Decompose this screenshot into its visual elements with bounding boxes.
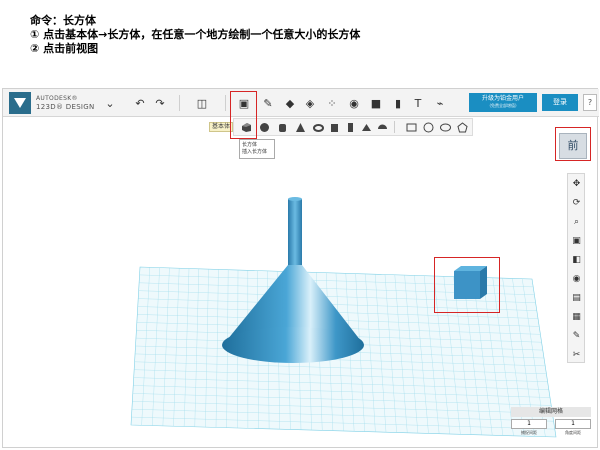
angle-spacing-label: 角度间距 <box>565 430 581 435</box>
sketch-icon[interactable]: ✎ <box>259 94 277 112</box>
circle-sketch-icon[interactable] <box>421 120 435 134</box>
help-button[interactable]: ? <box>583 94 597 111</box>
zoom-icon[interactable]: ⌕ <box>570 215 583 228</box>
view-mode-icon[interactable]: ◧ <box>570 253 583 266</box>
tooltip-description: 插入长方体 <box>242 149 268 155</box>
grouping-icon[interactable]: ◉ <box>345 94 363 112</box>
instructions: 命令：长方体 ① 点击基本体→长方体，在任意一个地方绘制一个任意大小的长方体 ②… <box>30 14 360 56</box>
modify-icon[interactable]: ◈ <box>301 94 319 112</box>
wedge-primitive-icon[interactable] <box>327 120 341 134</box>
menu-chevron-icon[interactable]: ⌄ <box>101 94 119 112</box>
brand: AUTODESK® 123D® DESIGN <box>36 95 95 111</box>
box-tooltip: 长方体 插入长方体 <box>239 139 275 159</box>
rectangle-sketch-icon[interactable] <box>404 120 418 134</box>
pyramid-primitive-icon[interactable] <box>359 120 373 134</box>
combine-icon[interactable]: ■ <box>367 94 385 112</box>
instruction-step-2: ② 点击前视图 <box>30 42 99 55</box>
redo-icon[interactable]: ↷ <box>151 94 169 112</box>
app-logo-icon <box>9 92 31 114</box>
app-window: AUTODESK® 123D® DESIGN ⌄ ↶ ↷ ◫ ▣ ✎ ◆ ◈ ⁘… <box>2 88 599 449</box>
login-button[interactable]: 登录 <box>542 94 578 111</box>
measure-icon[interactable]: ▮ <box>389 94 407 112</box>
viewport[interactable] <box>3 89 599 449</box>
undo-icon[interactable]: ↶ <box>131 94 149 112</box>
snap-icon[interactable]: ⌁ <box>431 94 449 112</box>
torus-primitive-icon[interactable] <box>311 120 325 134</box>
visibility-icon[interactable]: ◉ <box>570 272 583 285</box>
sphere-primitive-icon[interactable] <box>257 120 271 134</box>
highlight-primitives <box>230 91 257 139</box>
page: 命令：长方体 ① 点击基本体→长方体，在任意一个地方绘制一个任意大小的长方体 ②… <box>0 0 600 450</box>
grid-editor: 编辑网格 1 1 捕捉间距 角度间距 <box>511 407 591 445</box>
instruction-title: 命令：长方体 <box>30 14 96 27</box>
main-toolbar: AUTODESK® 123D® DESIGN ⌄ ↶ ↷ ◫ ▣ ✎ ◆ ◈ ⁘… <box>3 89 599 117</box>
settings-icon[interactable]: ✂ <box>570 348 583 361</box>
instruction-step-1: ① 点击基本体→长方体，在任意一个地方绘制一个任意大小的长方体 <box>30 28 361 41</box>
polygon-sketch-icon[interactable] <box>455 120 469 134</box>
new-object-icon[interactable]: ◫ <box>193 94 211 112</box>
material-icon[interactable]: ▤ <box>570 291 583 304</box>
cylinder-primitive-icon[interactable] <box>275 120 289 134</box>
snap-spacing-label: 捕捉间距 <box>521 430 537 435</box>
pattern-icon[interactable]: ⁘ <box>323 94 341 112</box>
snap-spacing-input[interactable]: 1 <box>511 419 547 429</box>
orbit-icon[interactable]: ⟳ <box>570 196 583 209</box>
upgrade-button[interactable]: 升级为铂金用户 (免费全部增值) <box>469 93 537 112</box>
tooltip-title: 长方体 <box>242 142 258 148</box>
hemisphere-primitive-icon[interactable] <box>375 120 389 134</box>
prism-primitive-icon[interactable] <box>343 120 357 134</box>
viewcube-front[interactable]: 前 <box>559 133 587 159</box>
pan-icon[interactable]: ✥ <box>570 177 583 190</box>
angle-spacing-input[interactable]: 1 <box>555 419 591 429</box>
edit-icon[interactable]: ✎ <box>570 329 583 342</box>
ellipse-sketch-icon[interactable] <box>438 120 452 134</box>
grid-editor-title[interactable]: 编辑网格 <box>511 407 591 417</box>
highlight-box-model <box>434 257 500 313</box>
construct-icon[interactable]: ◆ <box>281 94 299 112</box>
cone-primitive-icon[interactable] <box>293 120 307 134</box>
fit-icon[interactable]: ▣ <box>570 234 583 247</box>
text-icon[interactable]: T <box>409 94 427 112</box>
camera-icon[interactable]: ▦ <box>570 310 583 323</box>
navigation-bar: ✥ ⟳ ⌕ ▣ ◧ ◉ ▤ ▦ ✎ ✂ <box>567 173 585 363</box>
primitives-bar <box>233 118 473 136</box>
